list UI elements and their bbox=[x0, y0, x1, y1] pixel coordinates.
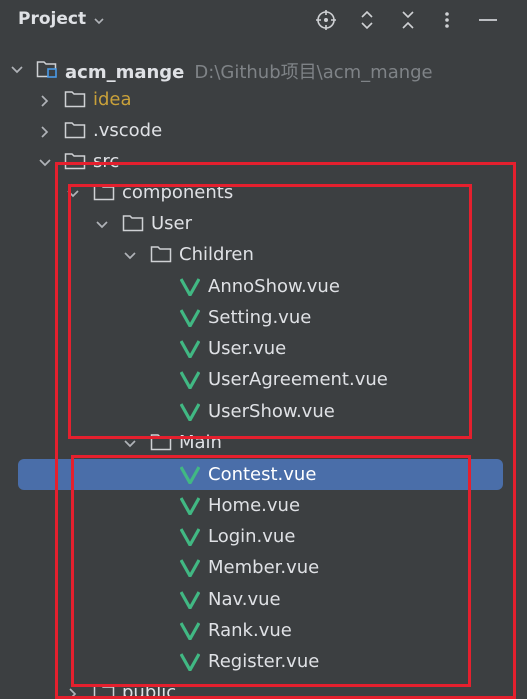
tree-node-idea[interactable]: idea bbox=[0, 84, 527, 115]
annotation-box-main bbox=[71, 455, 471, 687]
chevron-down-icon[interactable] bbox=[92, 13, 106, 27]
folder-icon bbox=[64, 90, 86, 108]
panel-title[interactable]: Project bbox=[18, 9, 86, 29]
minimize-icon[interactable] bbox=[476, 8, 500, 32]
chevron-down-icon[interactable] bbox=[38, 155, 52, 169]
more-icon[interactable] bbox=[435, 8, 459, 32]
chevron-right-icon[interactable] bbox=[38, 93, 52, 107]
folder-label: idea bbox=[93, 89, 132, 110]
module-folder-icon bbox=[36, 59, 58, 78]
chevron-down-icon[interactable] bbox=[10, 62, 24, 76]
folder-icon bbox=[64, 121, 86, 139]
root-label: acm_mange D:\Github项目\acm_mange bbox=[65, 58, 433, 84]
tree-node-vscode[interactable]: .vscode bbox=[0, 115, 527, 146]
project-panel: Project acm_mange D:\Github项目\acm_mange … bbox=[0, 0, 527, 699]
project-panel-header: Project bbox=[0, 0, 527, 42]
tree-node-root[interactable]: acm_mange D:\Github项目\acm_mange bbox=[0, 53, 527, 84]
root-name: acm_mange bbox=[65, 62, 185, 83]
annotation-box-user bbox=[68, 184, 472, 439]
expand-icon[interactable] bbox=[355, 8, 379, 32]
chevron-right-icon[interactable] bbox=[38, 124, 52, 138]
folder-label: .vscode bbox=[93, 120, 163, 141]
root-path: D:\Github项目\acm_mange bbox=[194, 62, 433, 83]
collapse-icon[interactable] bbox=[396, 8, 420, 32]
crosshair-icon[interactable] bbox=[314, 8, 338, 32]
